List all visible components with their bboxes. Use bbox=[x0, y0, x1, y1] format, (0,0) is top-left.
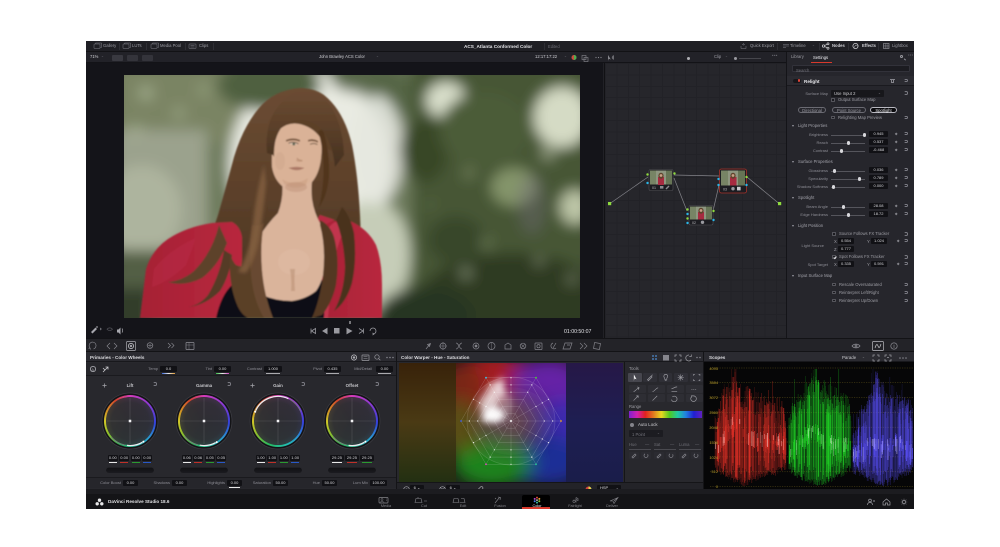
svg-text:01: 01 bbox=[652, 186, 656, 190]
svg-text:03: 03 bbox=[723, 188, 727, 192]
svg-text:02: 02 bbox=[692, 221, 696, 225]
svg-text:01:00:50:07: 01:00:50:07 bbox=[564, 329, 592, 335]
